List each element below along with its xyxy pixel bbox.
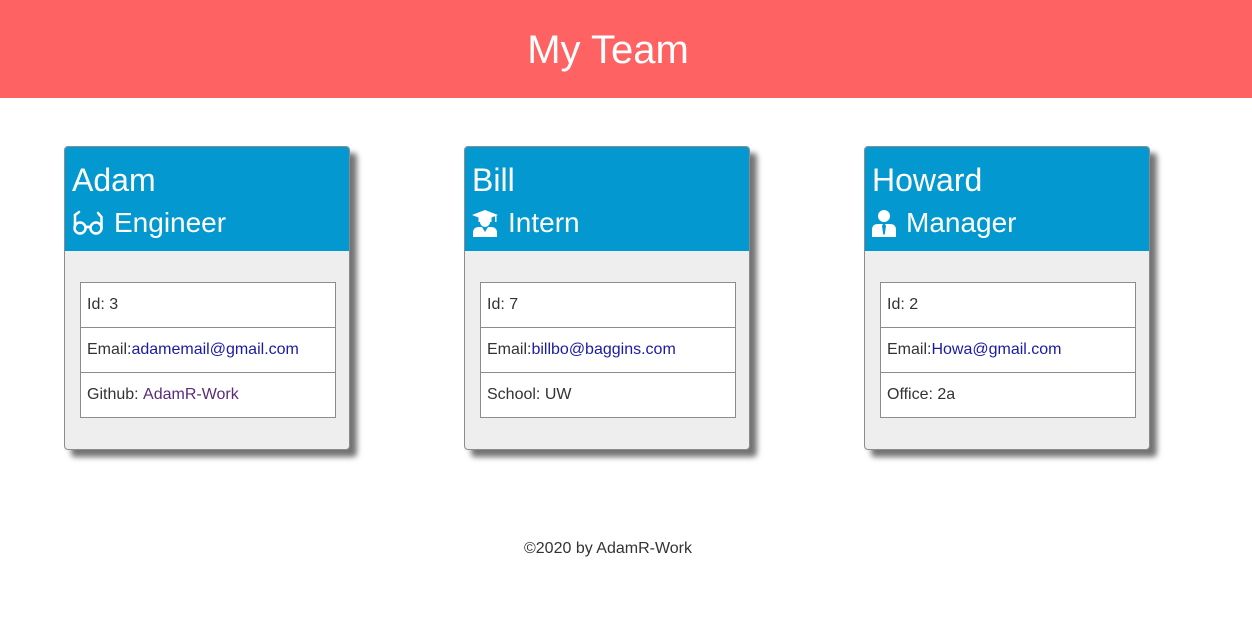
email-link[interactable]: billbo@baggins.com xyxy=(531,341,675,359)
page-title: My Team xyxy=(527,28,689,72)
info-list: Id: 2 Email: Howa@gmail.com Office: 2a xyxy=(880,282,1136,418)
employee-card-engineer: Adam Engineer Id: 3 Email: adamemail@gmai… xyxy=(64,146,350,450)
github-link[interactable]: AdamR-Work xyxy=(143,386,239,404)
employee-name: Howard xyxy=(872,162,983,198)
email-item: Email: adamemail@gmail.com xyxy=(80,327,336,373)
employee-card-intern: Bill Intern Id: 7 Email: billbo@baggins.c… xyxy=(464,146,750,450)
card-header: Adam Engineer xyxy=(65,147,349,251)
email-label: Email: xyxy=(87,341,132,358)
id-text: Id: 3 xyxy=(87,296,119,313)
info-list: Id: 3 Email: adamemail@gmail.com Github: … xyxy=(80,282,336,418)
id-text: Id: 7 xyxy=(487,296,519,313)
card-header: Bill Intern xyxy=(465,147,749,251)
school-text: School: UW xyxy=(487,386,572,403)
card-header: Howard Manager xyxy=(865,147,1149,251)
role-label: Engineer xyxy=(114,207,227,238)
id-text: Id: 2 xyxy=(887,296,919,313)
office-text: Office: 2a xyxy=(887,386,956,403)
employee-name: Adam xyxy=(72,162,156,198)
email-link[interactable]: Howa@gmail.com xyxy=(931,341,1061,359)
employee-card-manager: Howard Manager Id: 2 Email: Howa@gmail.co… xyxy=(864,146,1150,450)
email-item: Email: Howa@gmail.com xyxy=(880,327,1136,373)
manager-icon xyxy=(872,209,896,237)
employee-role: Intern xyxy=(472,207,580,239)
id-item: Id: 7 xyxy=(480,282,736,328)
role-label: Intern xyxy=(508,207,580,238)
employee-role: Engineer xyxy=(72,207,226,239)
footer-copyright: ©2020 by AdamR-Work xyxy=(523,540,692,557)
email-label: Email: xyxy=(487,341,532,358)
glasses-icon xyxy=(72,209,104,237)
github-label: Github: xyxy=(87,386,144,403)
graduate-icon xyxy=(472,209,498,237)
id-item: Id: 3 xyxy=(80,282,336,328)
email-item: Email: billbo@baggins.com xyxy=(480,327,736,373)
id-item: Id: 2 xyxy=(880,282,1136,328)
employee-role: Manager xyxy=(872,207,1017,239)
header-banner: My Team xyxy=(0,0,1252,98)
email-label: Email: xyxy=(887,341,932,358)
employee-name: Bill xyxy=(472,162,515,198)
office-item: Office: 2a xyxy=(880,372,1136,418)
github-item: Github: AdamR-Work xyxy=(80,372,336,418)
info-list: Id: 7 Email: billbo@baggins.com School: U… xyxy=(480,282,736,418)
role-label: Manager xyxy=(906,207,1017,238)
email-link[interactable]: adamemail@gmail.com xyxy=(131,341,298,359)
school-item: School: UW xyxy=(480,372,736,418)
